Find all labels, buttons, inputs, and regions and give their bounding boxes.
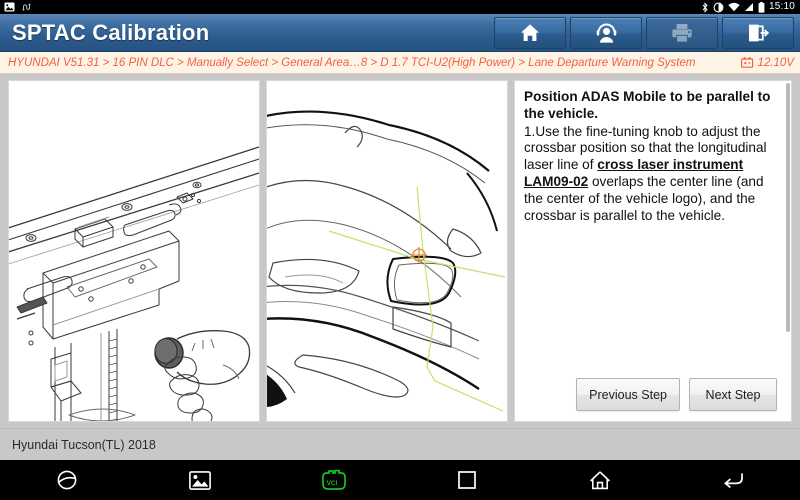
breadcrumb[interactable]: HYUNDAI V51.31 > 16 PIN DLC > Manually S… xyxy=(0,52,800,74)
home-icon xyxy=(589,470,611,490)
gallery-button[interactable] xyxy=(133,470,266,490)
gallery-notification-icon xyxy=(4,2,15,12)
crossbar-knob-illustration xyxy=(8,80,260,422)
app-title-bar: SPTAC Calibration xyxy=(0,14,800,52)
toolbar xyxy=(494,14,800,51)
browser-button[interactable] xyxy=(0,469,133,491)
signal-icon xyxy=(744,2,754,12)
android-nav-bar: VCI xyxy=(0,460,800,500)
gallery-icon xyxy=(189,470,211,490)
vci-button[interactable]: VCI xyxy=(267,469,400,491)
previous-step-button[interactable]: Previous Step xyxy=(576,378,680,411)
screen-rotation-icon xyxy=(713,2,724,13)
breadcrumb-path[interactable]: HYUNDAI V51.31 > 16 PIN DLC > Manually S… xyxy=(8,57,695,69)
vehicle-name: Hyundai Tucson(TL) 2018 xyxy=(12,437,156,452)
battery-icon xyxy=(758,1,765,13)
voltage-indicator: 12.10V xyxy=(735,57,794,69)
instruction-title: Position ADAS Mobile to be parallel to t… xyxy=(524,89,771,121)
status-bar-right-icons: 15:10 xyxy=(701,1,795,13)
printer-icon xyxy=(671,23,693,43)
battery-icon xyxy=(740,57,754,68)
step-buttons: Previous Step Next Step xyxy=(524,378,781,413)
back-button[interactable] xyxy=(667,471,800,489)
exit-button[interactable] xyxy=(722,16,794,49)
scrollbar-thumb[interactable] xyxy=(786,83,790,332)
bluetooth-icon xyxy=(701,1,709,13)
wifi-icon xyxy=(728,2,740,12)
usb-debug-icon xyxy=(22,2,33,12)
vertical-scrollbar[interactable] xyxy=(786,83,790,419)
instruction-body: 1.Use the fine-tuning knob to adjust the… xyxy=(524,124,781,225)
exit-door-icon xyxy=(747,23,769,43)
support-button[interactable] xyxy=(570,16,642,49)
android-status-bar: 15:10 xyxy=(0,0,800,14)
home-button[interactable] xyxy=(494,16,566,49)
vehicle-laser-alignment-illustration xyxy=(266,80,508,422)
svg-text:VCI: VCI xyxy=(327,480,338,487)
tablet-screen: 15:10 SPTAC Calibration HYUNDAI V51.31 >… xyxy=(0,0,800,500)
page-title: SPTAC Calibration xyxy=(12,19,210,45)
vci-icon: VCI xyxy=(319,469,347,491)
back-icon xyxy=(722,471,744,489)
status-bar-left-icons xyxy=(4,2,33,12)
voltage-value: 12.10V xyxy=(757,56,794,69)
main-content: Position ADAS Mobile to be parallel to t… xyxy=(0,74,800,428)
recents-button[interactable] xyxy=(400,471,533,489)
browser-icon xyxy=(56,469,78,491)
recents-icon xyxy=(457,471,476,489)
instruction-panel: Position ADAS Mobile to be parallel to t… xyxy=(514,80,792,422)
next-step-button[interactable]: Next Step xyxy=(689,378,777,411)
headset-person-icon xyxy=(595,22,618,43)
print-button[interactable] xyxy=(646,16,718,49)
nav-home-button[interactable] xyxy=(533,470,666,490)
status-bar-clock: 15:10 xyxy=(768,1,795,12)
home-icon xyxy=(519,22,541,43)
vehicle-info-bar: Hyundai Tucson(TL) 2018 xyxy=(0,428,800,460)
